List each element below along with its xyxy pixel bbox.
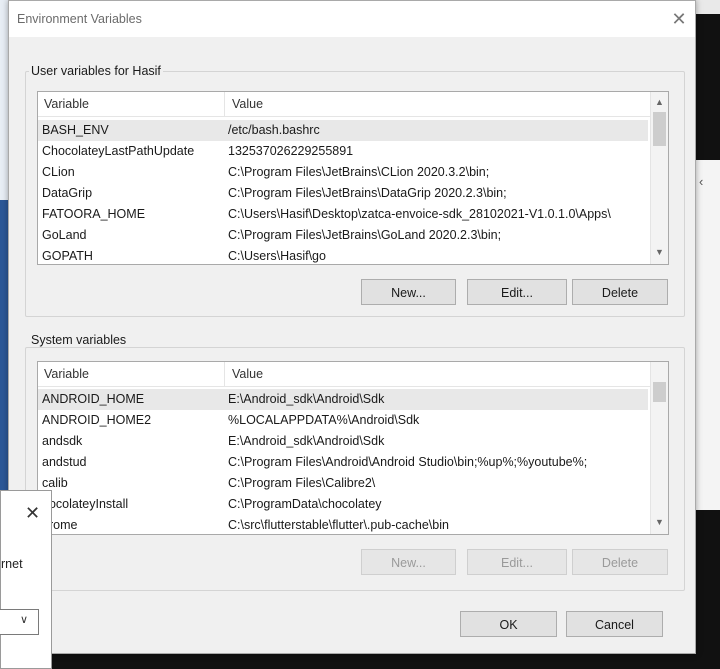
scroll-down-arrow-icon[interactable]: ▼ (651, 244, 668, 261)
cancel-button[interactable]: Cancel (566, 611, 663, 637)
variable-cell: DataGrip (42, 186, 93, 200)
scroll-up-arrow-icon[interactable]: ▲ (651, 94, 668, 111)
value-cell: C:\ProgramData\chocolatey (228, 497, 382, 511)
column-divider[interactable] (224, 362, 225, 386)
variable-cell: GoLand (42, 228, 87, 242)
title-bar: Environment Variables ✕ (9, 1, 695, 37)
variable-cell: calib (42, 476, 68, 490)
chevron-down-icon: ∨ (20, 614, 29, 626)
value-cell: C:\Users\Hasif\Desktop\zatca-envoice-sdk… (228, 207, 611, 221)
value-cell: /etc/bash.bashrc (228, 123, 320, 137)
value-cell: C:\Program Files\Calibre2\ (228, 476, 376, 490)
column-header-variable[interactable]: Variable (44, 367, 89, 381)
value-cell: C:\Program Files\Android\Android Studio\… (228, 455, 588, 469)
table-row[interactable]: hocolateyInstall C:\ProgramData\chocolate… (38, 494, 648, 515)
value-cell: 132537026229255891 (228, 144, 354, 158)
table-row[interactable]: ANDROID_HOME E:\Android_sdk\Android\Sdk (38, 389, 648, 410)
dialog-title: Environment Variables (17, 12, 142, 26)
vertical-scrollbar[interactable]: ▲ ▼ (650, 92, 668, 264)
table-row[interactable]: ANDROID_HOME2 %LOCALAPPDATA%\Android\Sdk (38, 410, 648, 431)
variable-cell: ANDROID_HOME (42, 392, 145, 406)
scrollbar-thumb[interactable] (653, 112, 666, 146)
table-row[interactable]: calib C:\Program Files\Calibre2\ (38, 473, 648, 494)
column-header-value[interactable]: Value (232, 367, 263, 381)
value-cell: C:\Users\Hasif\go (228, 249, 326, 263)
table-row[interactable]: hrome C:\src\flutterstable\flutter\.pub-c… (38, 515, 648, 534)
ok-button[interactable]: OK (460, 611, 557, 637)
table-row[interactable]: GoLand C:\Program Files\JetBrains\GoLand … (38, 225, 648, 246)
partial-text: rnet (1, 557, 23, 571)
dropdown[interactable]: ∨ (0, 609, 39, 635)
user-new-button[interactable]: New... (361, 279, 456, 305)
variable-cell: ANDROID_HOME2 (42, 413, 152, 427)
variable-cell: CLion (42, 165, 75, 179)
close-icon[interactable]: ✕ (667, 7, 691, 31)
vertical-scrollbar[interactable]: ▼ (650, 362, 668, 534)
system-edit-button[interactable]: Edit... (467, 549, 567, 575)
system-delete-button[interactable]: Delete (572, 549, 668, 575)
column-header-variable[interactable]: Variable (44, 97, 89, 111)
variable-cell: andstud (42, 455, 87, 469)
table-row[interactable]: BASH_ENV/etc/bash.bashrc (38, 120, 648, 141)
chevron-left-icon[interactable]: ‹ (699, 174, 703, 189)
scrollbar-thumb[interactable] (653, 382, 666, 402)
user-delete-button[interactable]: Delete (572, 279, 668, 305)
value-cell: C:\Program Files\JetBrains\CLion 2020.3.… (228, 165, 490, 179)
value-cell: E:\Android_sdk\Android\Sdk (228, 434, 385, 448)
close-icon[interactable]: ✕ (25, 503, 40, 524)
table-row[interactable]: GOPATH C:\Users\Hasif\go (38, 246, 648, 264)
list-header: Variable Value (38, 362, 668, 387)
variable-cell: andsdk (42, 434, 83, 448)
variable-cell: hocolateyInstall (42, 497, 129, 511)
value-cell: C:\Program Files\JetBrains\GoLand 2020.2… (228, 228, 502, 242)
value-cell: E:\Android_sdk\Android\Sdk (228, 392, 385, 406)
table-row[interactable]: andsdk E:\Android_sdk\Android\Sdk (38, 431, 648, 452)
environment-variables-dialog: Environment Variables ✕ User variables f… (8, 0, 696, 654)
column-header-value[interactable]: Value (232, 97, 263, 111)
background-dialog-partial: ✕ rnet ∨ (0, 490, 52, 669)
table-row[interactable]: FATOORA_HOME C:\Users\Hasif\Desktop\zatca… (38, 204, 648, 225)
variable-cell: BASH_ENV (42, 123, 109, 137)
table-row[interactable]: andstud C:\Program Files\Android\Android … (38, 452, 648, 473)
user-variables-label: User variables for Hasif (29, 64, 163, 78)
user-edit-button[interactable]: Edit... (467, 279, 567, 305)
scroll-down-arrow-icon[interactable]: ▼ (651, 514, 668, 531)
system-new-button[interactable]: New... (361, 549, 456, 575)
variable-cell: ChocolateyLastPathUpdate (42, 144, 195, 158)
user-variables-list[interactable]: Variable Value BASH_ENV/etc/bash.bashrc … (37, 91, 669, 265)
variable-cell: GOPATH (42, 249, 93, 263)
background-window-right: ‹ (692, 160, 720, 510)
list-header: Variable Value (38, 92, 668, 117)
table-row[interactable]: DataGrip C:\Program Files\JetBrains\DataG… (38, 183, 648, 204)
value-cell: %LOCALAPPDATA%\Android\Sdk (228, 413, 420, 427)
table-row[interactable]: ChocolateyLastPathUpdate 1325370262292558… (38, 141, 648, 162)
system-variables-list[interactable]: Variable Value ANDROID_HOME E:\Android_sd… (37, 361, 669, 535)
system-variables-label: System variables (29, 333, 129, 347)
column-divider[interactable] (224, 92, 225, 116)
variable-cell: FATOORA_HOME (42, 207, 146, 221)
value-cell: C:\src\flutterstable\flutter\.pub-cache\… (228, 518, 449, 532)
value-cell: C:\Program Files\JetBrains\DataGrip 2020… (228, 186, 507, 200)
table-row[interactable]: CLion C:\Program Files\JetBrains\CLion 20… (38, 162, 648, 183)
